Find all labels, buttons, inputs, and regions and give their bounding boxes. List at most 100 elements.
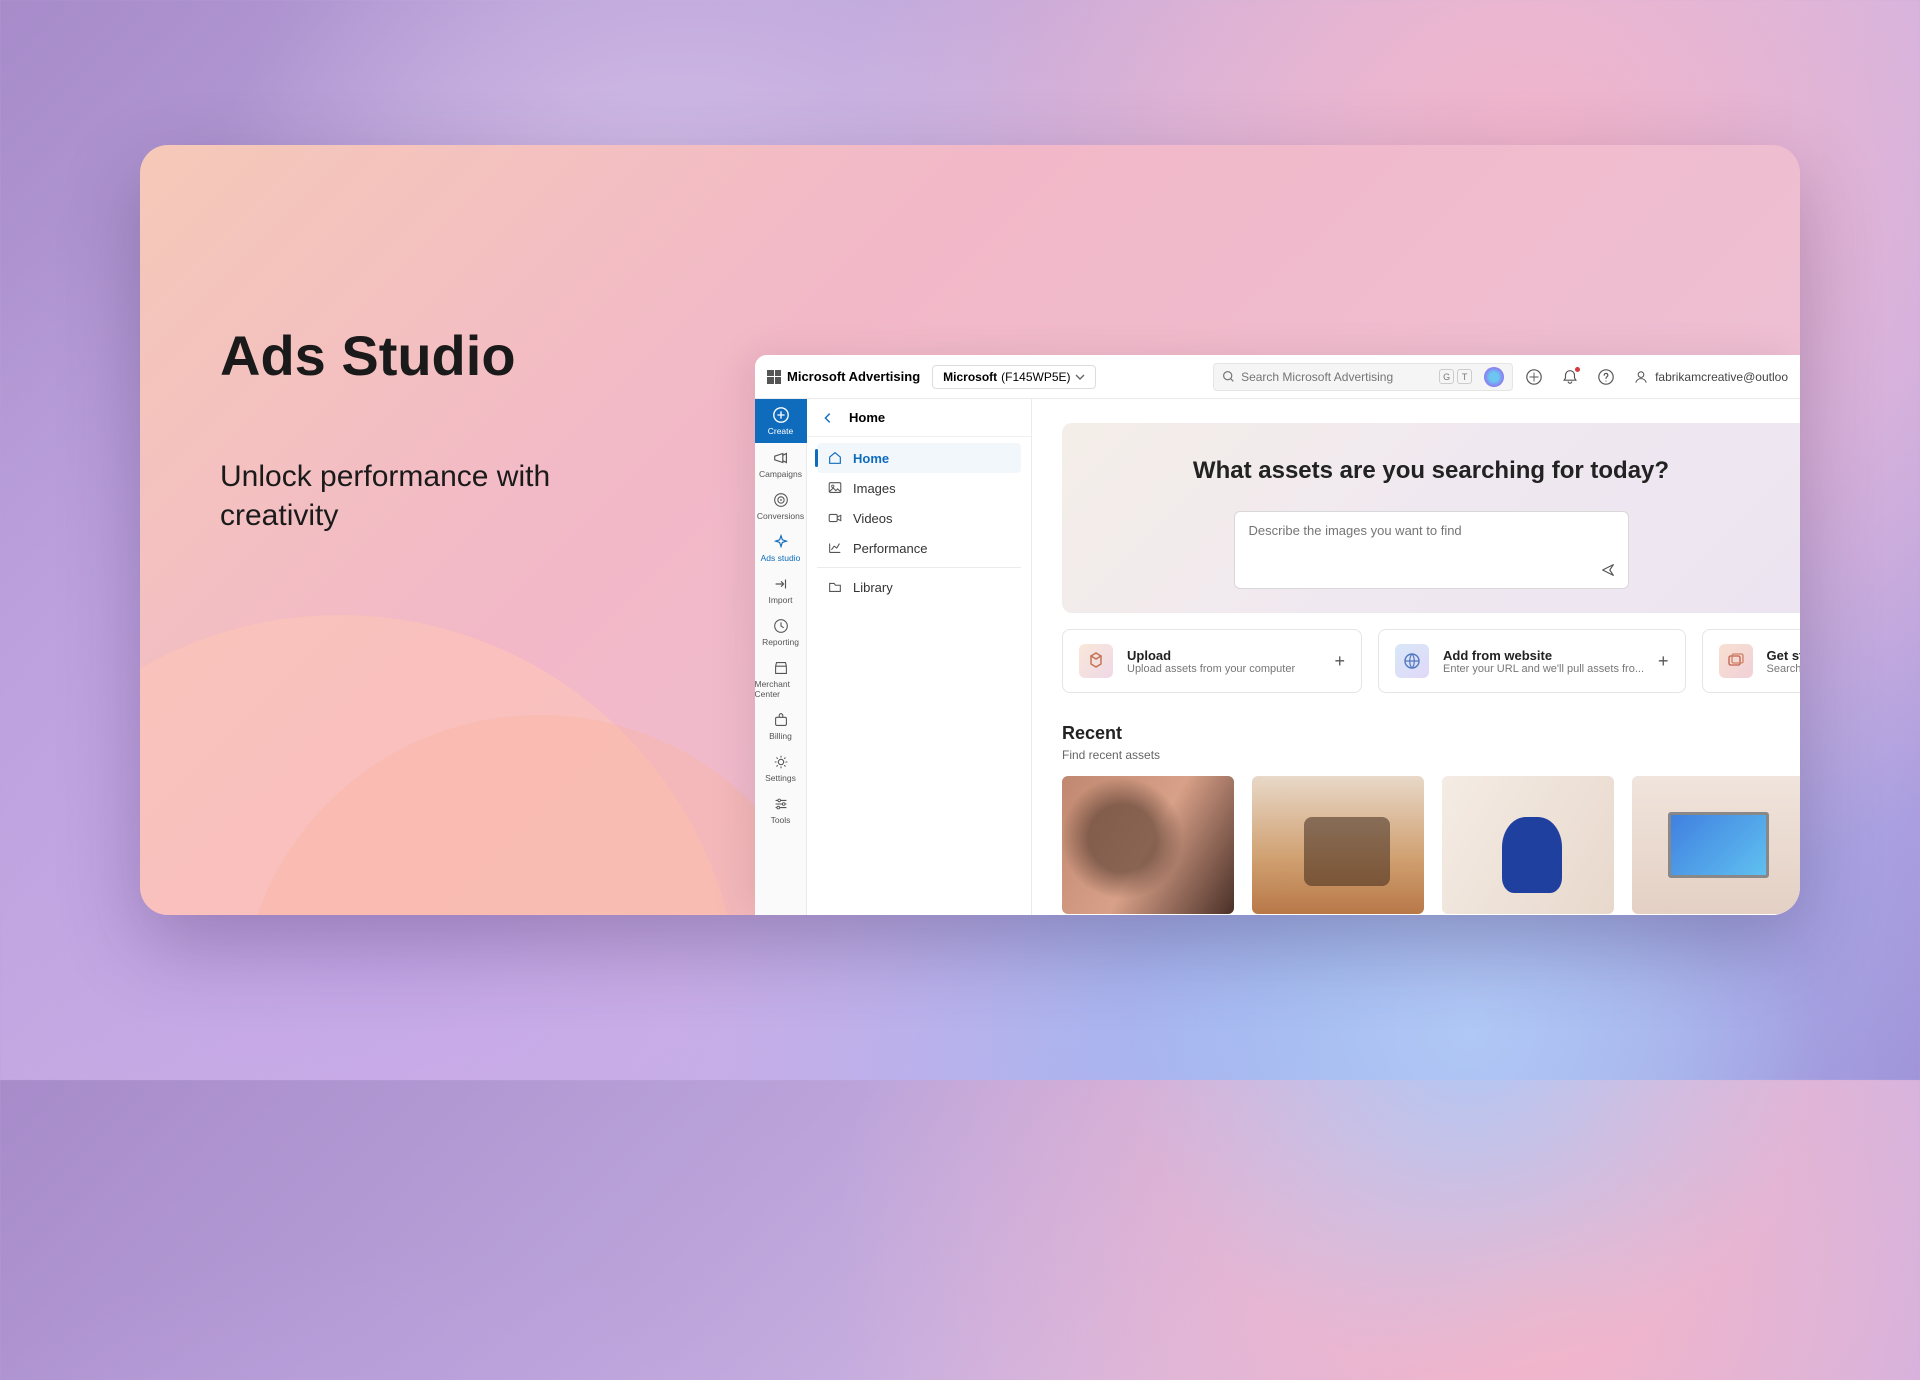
rail-label: Ads studio — [761, 553, 801, 563]
subnav-label: Library — [853, 580, 893, 595]
brand: Microsoft Advertising — [767, 369, 920, 384]
rail-label: Create — [768, 426, 794, 436]
rail-import[interactable]: Import — [755, 569, 807, 611]
subnav-videos[interactable]: Videos — [817, 503, 1021, 533]
rail-tools[interactable]: Tools — [755, 789, 807, 831]
promo-subtitle: Unlock performance with creativity — [220, 457, 580, 535]
subnav-images[interactable]: Images — [817, 473, 1021, 503]
send-icon[interactable] — [1600, 562, 1616, 578]
user-email-label: fabrikamcreative@outloo — [1655, 370, 1788, 384]
rail-label: Reporting — [762, 637, 799, 647]
action-title: Add from website — [1443, 648, 1644, 663]
promo-title: Ads Studio — [220, 325, 580, 387]
chart-line-icon — [827, 540, 843, 556]
action-sub: Enter your URL and we'll pull assets fro… — [1443, 663, 1644, 675]
help-icon[interactable] — [1597, 368, 1615, 386]
asset-thumbnail — [1632, 776, 1800, 914]
back-arrow-icon[interactable] — [821, 411, 835, 425]
action-sub: Upload assets from your computer — [1127, 663, 1320, 675]
upload-icon — [1079, 644, 1113, 678]
subnav-label: Images — [853, 481, 896, 496]
promo-card: Ads Studio Unlock performance with creat… — [140, 145, 1800, 915]
create-button[interactable]: Create — [755, 399, 807, 443]
asset-card[interactable]: WIN24-Copilot+PC-... — [1632, 776, 1800, 915]
kbd-g: G — [1439, 369, 1454, 384]
action-sub: Search Shutterstock for images — [1767, 663, 1800, 675]
rail-billing[interactable]: Billing — [755, 705, 807, 747]
rail-merchant[interactable]: Merchant Center — [755, 653, 807, 705]
rail-campaigns[interactable]: Campaigns — [755, 443, 807, 485]
recent-heading: Recent — [1062, 723, 1800, 744]
notification-badge — [1574, 366, 1581, 373]
brand-label: Microsoft Advertising — [787, 369, 920, 384]
rail-label: Conversions — [757, 511, 804, 521]
subnav-label: Videos — [853, 511, 893, 526]
asset-card[interactable]: WIN24-Copilot+PC-L... — [1062, 776, 1234, 915]
subnav-home[interactable]: Home — [817, 443, 1021, 473]
subnav-label: Home — [853, 451, 889, 466]
store-icon — [772, 659, 790, 677]
rail-label: Tools — [771, 815, 791, 825]
kbd-hints: G T — [1439, 369, 1472, 384]
action-website[interactable]: Add from website Enter your URL and we'l… — [1378, 629, 1686, 693]
app-window: Microsoft Advertising Microsoft (F145WP5… — [755, 355, 1800, 915]
copilot-icon[interactable] — [1484, 367, 1504, 387]
asset-thumbnail — [1252, 776, 1424, 914]
rail-settings[interactable]: Settings — [755, 747, 807, 789]
describe-input[interactable] — [1249, 523, 1614, 538]
plus-icon: + — [1658, 651, 1669, 672]
subnav-label: Performance — [853, 541, 927, 556]
search-input[interactable] — [1241, 370, 1433, 384]
megaphone-icon — [772, 449, 790, 467]
global-search[interactable]: G T — [1213, 363, 1513, 391]
recent-sub: Find recent assets — [1062, 748, 1800, 762]
image-icon — [827, 480, 843, 496]
breadcrumb: Home — [807, 399, 1031, 437]
subnav-performance[interactable]: Performance — [817, 533, 1021, 563]
breadcrumb-home[interactable]: Home — [849, 410, 885, 425]
main-content: What assets are you searching for today?… — [1032, 399, 1800, 915]
asset-card[interactable]: WIN24-Copilot+PC-... — [1252, 776, 1424, 915]
action-stock[interactable]: Get stock images Search Shutterstock for… — [1702, 629, 1800, 693]
apps-icon[interactable] — [1525, 368, 1543, 386]
search-icon — [1222, 370, 1235, 383]
kbd-t: T — [1457, 369, 1472, 384]
subnav: Home Home Images Videos — [807, 399, 1032, 915]
import-icon — [772, 575, 790, 593]
clock-icon — [772, 617, 790, 635]
asset-card[interactable]: WIN24-Copilot+PC-... — [1442, 776, 1614, 915]
notifications-icon[interactable] — [1561, 368, 1579, 386]
video-icon — [827, 510, 843, 526]
asset-thumbnail — [1442, 776, 1614, 914]
target-icon — [772, 491, 790, 509]
subnav-library[interactable]: Library — [817, 572, 1021, 602]
rail-label: Campaigns — [759, 469, 802, 479]
sliders-icon — [772, 795, 790, 813]
rail-conversions[interactable]: Conversions — [755, 485, 807, 527]
rail-reporting[interactable]: Reporting — [755, 611, 807, 653]
action-title: Get stock images — [1767, 648, 1800, 663]
gear-icon — [772, 753, 790, 771]
rail-ads-studio[interactable]: Ads studio — [755, 527, 807, 569]
hero-search: What assets are you searching for today? — [1062, 423, 1800, 613]
hero-title: What assets are you searching for today? — [1082, 457, 1780, 485]
folder-icon — [827, 579, 843, 595]
hero-input[interactable] — [1234, 511, 1629, 589]
tenant-selector[interactable]: Microsoft (F145WP5E) — [932, 365, 1095, 389]
topbar: Microsoft Advertising Microsoft (F145WP5… — [755, 355, 1800, 399]
rail-label: Import — [768, 595, 792, 605]
user-menu[interactable]: fabrikamcreative@outloo — [1633, 369, 1788, 385]
home-icon — [827, 450, 843, 466]
rail-label: Settings — [765, 773, 796, 783]
tenant-name: Microsoft — [943, 370, 997, 384]
microsoft-logo-icon — [767, 370, 781, 384]
person-icon — [1633, 369, 1649, 385]
photos-icon — [1719, 644, 1753, 678]
asset-thumbnail — [1062, 776, 1234, 914]
recent-assets: WIN24-Copilot+PC-L... WIN24-Copilot+PC-.… — [1062, 776, 1800, 915]
action-title: Upload — [1127, 648, 1320, 663]
action-upload[interactable]: Upload Upload assets from your computer … — [1062, 629, 1362, 693]
sparkle-icon — [772, 533, 790, 551]
globe-icon — [1395, 644, 1429, 678]
tenant-id: (F145WP5E) — [1001, 370, 1070, 384]
